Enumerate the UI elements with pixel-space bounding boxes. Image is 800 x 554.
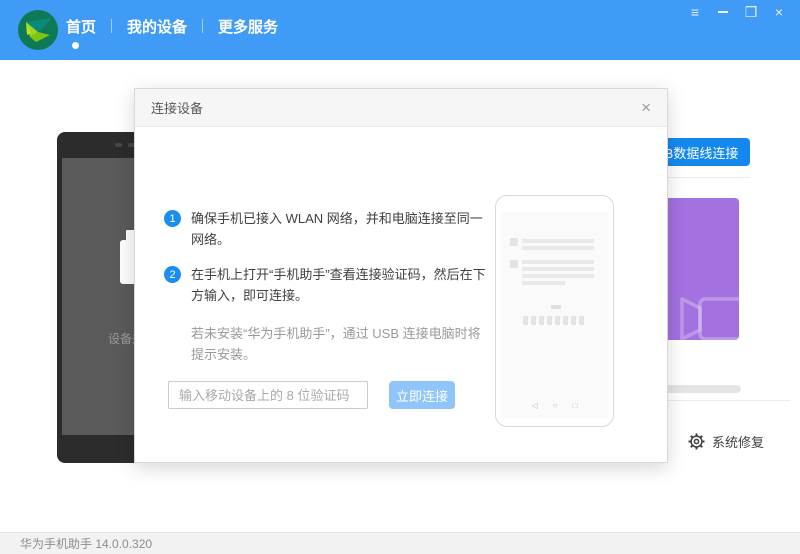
dialog-title: 连接设备	[151, 98, 203, 117]
step-2-badge: 2	[164, 266, 181, 283]
close-icon[interactable]: ×	[768, 2, 790, 22]
titlebar: 首页 我的设备 更多服务 ≡ ❒ ×	[0, 0, 800, 60]
window-controls: ≡ ❒ ×	[684, 2, 790, 22]
minimize-icon[interactable]	[712, 2, 734, 22]
nav-more-services[interactable]: 更多服务	[216, 16, 280, 37]
skeleton-line	[522, 246, 594, 250]
dialog-header[interactable]: 连接设备 ×	[135, 89, 667, 127]
video-camera-icon	[678, 296, 739, 340]
code-digit-squares	[523, 316, 584, 325]
skeleton-line	[522, 260, 594, 264]
main-nav: 首页 我的设备 更多服务	[64, 0, 280, 52]
install-note-text: 若未安装“华为手机助手”，通过 USB 连接电脑时将提示安装。	[191, 323, 493, 365]
hisuite-window: 首页 我的设备 更多服务 ≡ ❒ × 设备未连接 USB数据线连接	[0, 0, 800, 554]
connect-device-dialog: 连接设备 × 1 确保手机已接入 WLAN 网络，并和电脑连接至同一网络。 2 …	[134, 88, 668, 463]
home-icon: ○	[553, 401, 558, 410]
nav-home[interactable]: 首页	[64, 16, 98, 37]
skeleton-square	[510, 260, 518, 268]
nav-separator	[111, 19, 112, 33]
phone-nav-bar: ◁ ○ □	[496, 401, 613, 410]
system-repair-label: 系统修复	[712, 432, 764, 451]
app-version-text: 华为手机助手 14.0.0.320	[20, 535, 152, 552]
step-1-badge: 1	[164, 210, 181, 227]
active-tab-indicator-dot	[72, 42, 79, 49]
skeleton-line	[522, 239, 594, 243]
system-repair-button[interactable]: 系统修复	[688, 432, 764, 451]
skeleton-dash	[551, 305, 561, 309]
gear-icon	[688, 433, 705, 450]
phone-speaker-dot	[115, 143, 122, 147]
statusbar: 华为手机助手 14.0.0.320	[0, 532, 800, 554]
connect-now-button[interactable]: 立即连接	[389, 381, 455, 409]
hisuite-logo-icon	[17, 9, 59, 51]
phone-illustration: ◁ ○ □	[495, 195, 614, 427]
maximize-icon[interactable]: ❒	[740, 2, 762, 22]
recents-icon: □	[573, 401, 578, 410]
back-icon: ◁	[532, 401, 538, 410]
menu-icon[interactable]: ≡	[684, 2, 706, 22]
skeleton-square	[510, 238, 518, 246]
dialog-close-icon[interactable]: ×	[641, 99, 651, 116]
nav-my-devices[interactable]: 我的设备	[125, 16, 189, 37]
nav-separator	[202, 19, 203, 33]
dialog-body: 1 确保手机已接入 WLAN 网络，并和电脑连接至同一网络。 2 在手机上打开“…	[135, 127, 667, 462]
step-1-text: 确保手机已接入 WLAN 网络，并和电脑连接至同一网络。	[191, 208, 493, 250]
step-2-text: 在手机上打开“手机助手”查看连接验证码，然后在下方输入，即可连接。	[191, 264, 493, 306]
verification-code-input[interactable]	[168, 381, 368, 409]
skeleton-line	[522, 281, 565, 285]
skeleton-line	[522, 267, 594, 271]
skeleton-line	[522, 274, 594, 278]
